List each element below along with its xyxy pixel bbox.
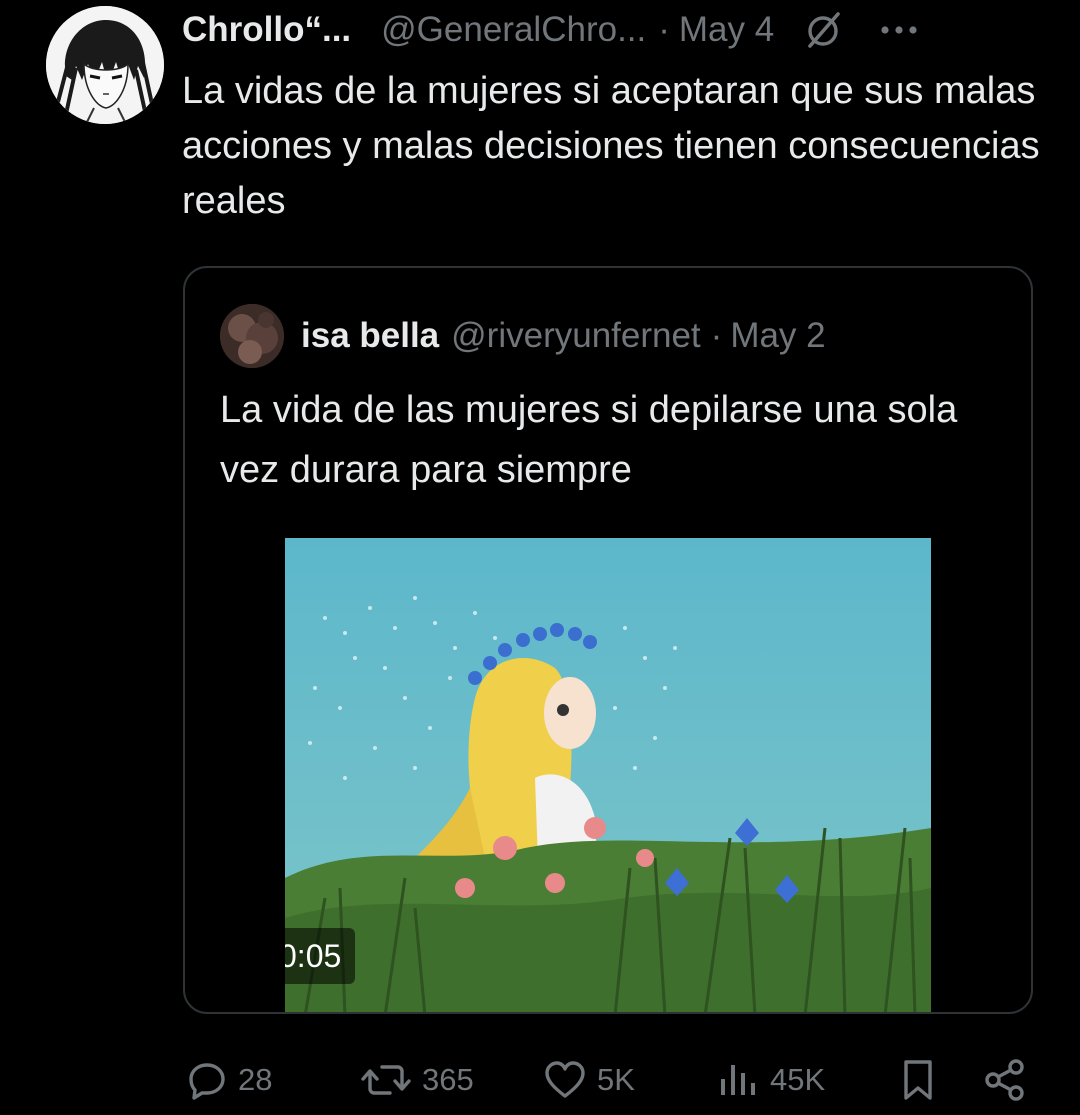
separator-dot: ·: [658, 10, 670, 49]
views-button[interactable]: 45K: [716, 1052, 825, 1108]
like-count: 5K: [597, 1062, 635, 1097]
video-time: 0:05: [285, 937, 342, 974]
repost-count: 365: [422, 1062, 474, 1097]
quoted-post-date[interactable]: May 2: [730, 312, 825, 360]
quoted-post[interactable]: isa bella @riveryunfernet · May 2 La vid…: [183, 266, 1033, 1014]
share-button[interactable]: [982, 1052, 1028, 1108]
quoted-author-handle[interactable]: @riveryunfernet: [451, 312, 701, 360]
video-frame-image: [285, 538, 931, 1012]
video-player[interactable]: 0:05: [285, 538, 931, 1012]
bookmark-icon: [904, 1060, 932, 1100]
separator-dot: ·: [710, 316, 723, 355]
post-text: La vidas de la mujeres si aceptaran que …: [182, 70, 1040, 222]
post-header: Chrollo“... @GeneralChro... · May 4: [182, 8, 922, 52]
quoted-post-text: La vida de las mujeres si depilarse una …: [220, 389, 958, 491]
author-handle[interactable]: @GeneralChro...: [381, 8, 646, 52]
more-options-icon[interactable]: [876, 8, 922, 52]
post[interactable]: Chrollo“... @GeneralChro... · May 4 La v…: [0, 0, 1080, 1115]
post-actions: 28 365 5K 45K: [0, 1052, 1080, 1108]
quoted-avatar-image: [220, 304, 284, 368]
reply-icon: [189, 1063, 225, 1100]
repost-button[interactable]: 365: [360, 1052, 474, 1108]
reply-button[interactable]: 28: [186, 1052, 272, 1108]
quoted-author-avatar[interactable]: [220, 304, 284, 368]
bookmark-button[interactable]: [898, 1052, 938, 1108]
author-name[interactable]: Chrollo“...: [182, 8, 351, 52]
like-button[interactable]: 5K: [543, 1052, 635, 1108]
anime-character-avatar-icon: [46, 6, 164, 124]
repost-icon: [361, 1065, 411, 1095]
quoted-author-name[interactable]: isa bella: [301, 312, 439, 360]
views-count: 45K: [770, 1062, 826, 1097]
views-icon: [721, 1065, 755, 1095]
grok-icon[interactable]: [802, 8, 846, 52]
reply-count: 28: [238, 1062, 273, 1097]
author-avatar[interactable]: [46, 6, 164, 124]
post-date[interactable]: May 4: [679, 8, 774, 52]
heart-icon: [545, 1061, 585, 1098]
share-icon: [985, 1059, 1024, 1101]
video-controls: 0:05: [285, 928, 356, 984]
quoted-post-header: isa bella @riveryunfernet · May 2: [301, 312, 826, 360]
